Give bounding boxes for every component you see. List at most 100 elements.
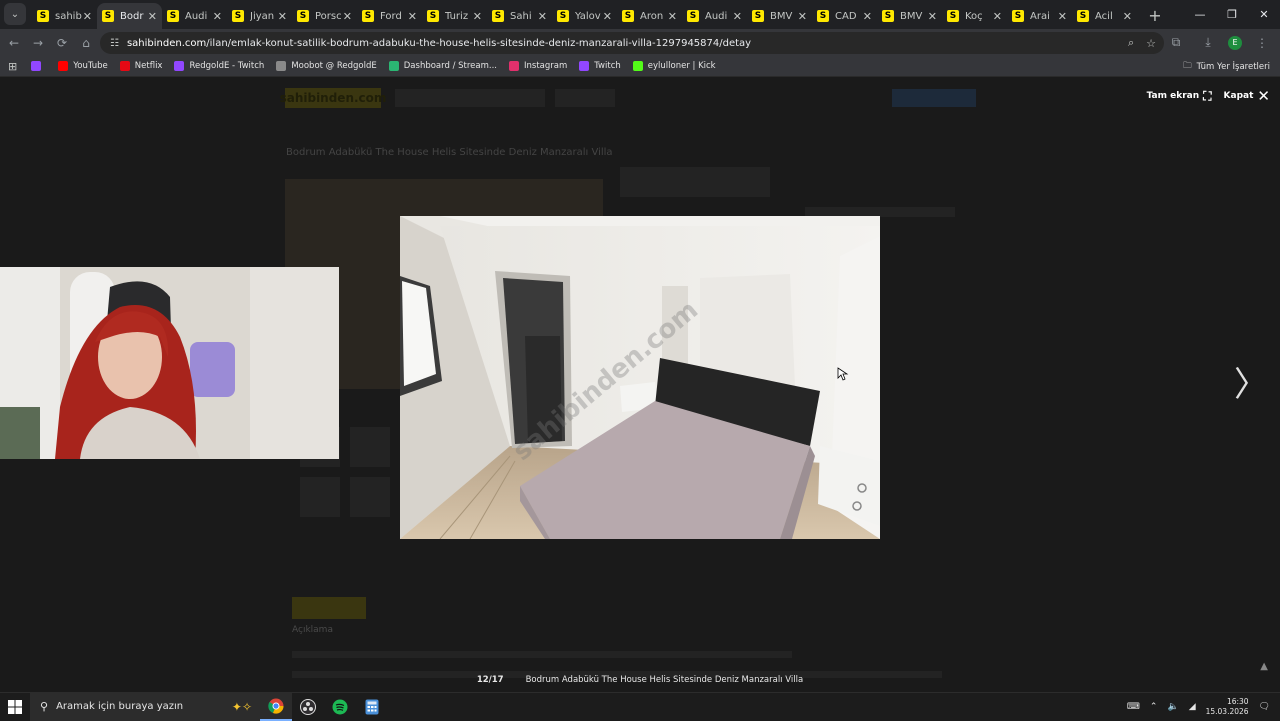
taskbar-clock[interactable]: 16:30 15.03.2026 <box>1206 697 1249 717</box>
bookmark-item[interactable]: RedgoldE - Twitch <box>174 61 264 71</box>
volume-icon[interactable]: 🔈 <box>1167 702 1178 712</box>
bookmark-favicon-icon <box>579 61 590 71</box>
tab-close-icon[interactable]: ✕ <box>733 10 742 23</box>
sahibinden-favicon-icon: S <box>362 10 374 22</box>
bookmark-item[interactable] <box>31 61 46 71</box>
downloads-icon[interactable]: ⤓ <box>1196 31 1220 55</box>
back-button[interactable]: ← <box>2 31 26 55</box>
tab-title: BMV <box>900 10 923 22</box>
browser-tab[interactable]: S Sahi ✕ <box>487 3 552 29</box>
browser-tab[interactable]: S Koç ✕ <box>942 3 1007 29</box>
next-photo-arrow[interactable]: 〉 <box>1234 357 1268 406</box>
bookmark-favicon-icon <box>31 61 42 71</box>
forward-button[interactable]: → <box>26 31 50 55</box>
browser-tab[interactable]: S Ford ✕ <box>357 3 422 29</box>
tab-close-icon[interactable]: ✕ <box>603 10 612 23</box>
bookmark-item[interactable]: Moobot @ RedgoldE <box>276 61 377 71</box>
obs-taskbar-icon[interactable] <box>292 693 324 721</box>
bookmark-item[interactable]: Dashboard / Stream... <box>388 61 497 71</box>
browser-tab[interactable]: S Turiz ✕ <box>422 3 487 29</box>
tab-title: Yalov <box>575 10 601 22</box>
notifications-icon[interactable]: 🗨 <box>1259 702 1270 712</box>
tab-close-icon[interactable]: ✕ <box>473 10 482 23</box>
browser-tab[interactable]: S Porsc ✕ <box>292 3 357 29</box>
close-icon: ✕ <box>1257 87 1270 105</box>
restore-button[interactable]: ❐ <box>1216 0 1248 29</box>
bookmark-item[interactable]: Netflix <box>119 61 162 71</box>
sahibinden-favicon-icon: S <box>557 10 569 22</box>
sparkle-icon: ✦✧ <box>231 699 252 714</box>
bookmark-item[interactable]: eylulloner | Kick <box>632 61 716 71</box>
bookmark-label: Moobot @ RedgoldE <box>291 61 377 71</box>
tab-title: Jiyan <box>250 10 275 22</box>
browser-tab[interactable]: S Acil ✕ <box>1072 3 1137 29</box>
spotify-taskbar-icon[interactable] <box>324 693 356 721</box>
tray-overflow-icon[interactable]: ⌃ <box>1150 702 1158 712</box>
tab-close-icon[interactable]: ✕ <box>148 10 157 23</box>
browser-tab[interactable]: S Aron ✕ <box>617 3 682 29</box>
listing-photo[interactable]: sahibinden.com <box>400 216 880 539</box>
tab-close-icon[interactable]: ✕ <box>213 10 222 23</box>
tab-search-button[interactable]: ⌄ <box>4 3 26 25</box>
site-info-icon[interactable]: ☷ <box>110 38 119 49</box>
fullscreen-button[interactable]: Tam ekran ⛶ <box>1147 89 1212 104</box>
scroll-to-top-icon[interactable]: ▲ <box>1260 661 1268 672</box>
sahibinden-favicon-icon: S <box>622 10 634 22</box>
bookmark-item[interactable]: Instagram <box>509 61 567 71</box>
network-icon[interactable]: ◢ <box>1189 702 1196 712</box>
tab-close-icon[interactable]: ✕ <box>798 10 807 23</box>
tab-close-icon[interactable]: ✕ <box>668 10 677 23</box>
browser-tab[interactable]: S BMV ✕ <box>877 3 942 29</box>
apps-grid-icon[interactable]: ⊞ <box>8 60 17 73</box>
calculator-taskbar-icon[interactable] <box>356 693 388 721</box>
menu-icon[interactable]: ⋮ <box>1250 31 1274 55</box>
tab-close-icon[interactable]: ✕ <box>538 10 547 23</box>
browser-tab[interactable]: Ssahib ✕ <box>32 3 97 29</box>
browser-tab[interactable]: S Audi ✕ <box>162 3 227 29</box>
tab-close-icon[interactable]: ✕ <box>408 10 417 23</box>
profile-avatar[interactable]: E <box>1228 35 1242 50</box>
taskbar-search[interactable]: ⚲ Aramak için buraya yazın ✦✧ <box>30 692 260 721</box>
windows-logo-icon <box>8 699 22 714</box>
bookmark-star-icon[interactable]: ☆ <box>1146 37 1156 50</box>
tab-title: Koç <box>965 10 983 22</box>
reload-button[interactable]: ⟳ <box>50 31 74 55</box>
address-bar[interactable]: ☷ sahibinden.com/ilan/emlak-konut-satili… <box>100 32 1164 54</box>
tab-close-icon[interactable]: ✕ <box>343 10 352 23</box>
extensions-icon[interactable]: ⧉ <box>1164 31 1188 55</box>
close-window-button[interactable]: ✕ <box>1248 0 1280 29</box>
site-logo: sahibinden.com <box>280 88 386 108</box>
tab-close-icon[interactable]: ✕ <box>1123 10 1132 23</box>
thumb-2 <box>350 427 390 467</box>
close-lightbox-button[interactable]: Kapat ✕ <box>1224 87 1270 105</box>
browser-tab[interactable]: S Yalov ✕ <box>552 3 617 29</box>
tab-close-icon[interactable]: ✕ <box>278 10 287 23</box>
new-tab-button[interactable]: + <box>1145 6 1165 25</box>
tab-close-icon[interactable]: ✕ <box>928 10 937 23</box>
minimize-button[interactable]: — <box>1184 0 1216 29</box>
start-button[interactable] <box>0 693 30 721</box>
tab-title: Ford <box>380 10 402 22</box>
chrome-taskbar-icon[interactable] <box>260 692 292 721</box>
keyboard-layout-icon[interactable]: ⌨ <box>1127 702 1140 712</box>
home-button[interactable]: ⌂ <box>74 31 98 55</box>
browser-tab-strip: ⌄ Ssahib ✕ S Bodr ✕ S Audi ✕ S Jiyan ✕ S Porsc ✕ S Ford… <box>0 0 1280 29</box>
browser-tab[interactable]: S Jiyan ✕ <box>227 3 292 29</box>
bookmark-item[interactable]: Twitch <box>579 61 621 71</box>
sahibinden-favicon-icon: S <box>297 10 309 22</box>
bookmark-item[interactable]: YouTube <box>58 61 108 71</box>
browser-tab[interactable]: S Arai ✕ <box>1007 3 1072 29</box>
tab-close-icon[interactable]: ✕ <box>863 10 872 23</box>
browser-tab[interactable]: S Bodr ✕ <box>97 3 162 29</box>
browser-tab[interactable]: S Audi ✕ <box>682 3 747 29</box>
tab-close-icon[interactable]: ✕ <box>1058 10 1067 23</box>
all-bookmarks-folder[interactable]: 🗀 Tüm Yer İşaretleri <box>1183 56 1270 77</box>
tab-title: Porsc <box>315 10 342 22</box>
tab-close-icon[interactable]: ✕ <box>993 10 1002 23</box>
bedroom-photo-illustration <box>400 216 880 539</box>
zoom-icon[interactable]: ⌕ <box>1128 36 1134 50</box>
browser-tab[interactable]: S BMV ✕ <box>747 3 812 29</box>
fullscreen-icon: ⛶ <box>1203 88 1212 103</box>
tab-close-icon[interactable]: ✕ <box>83 10 92 23</box>
browser-tab[interactable]: S CAD ✕ <box>812 3 877 29</box>
